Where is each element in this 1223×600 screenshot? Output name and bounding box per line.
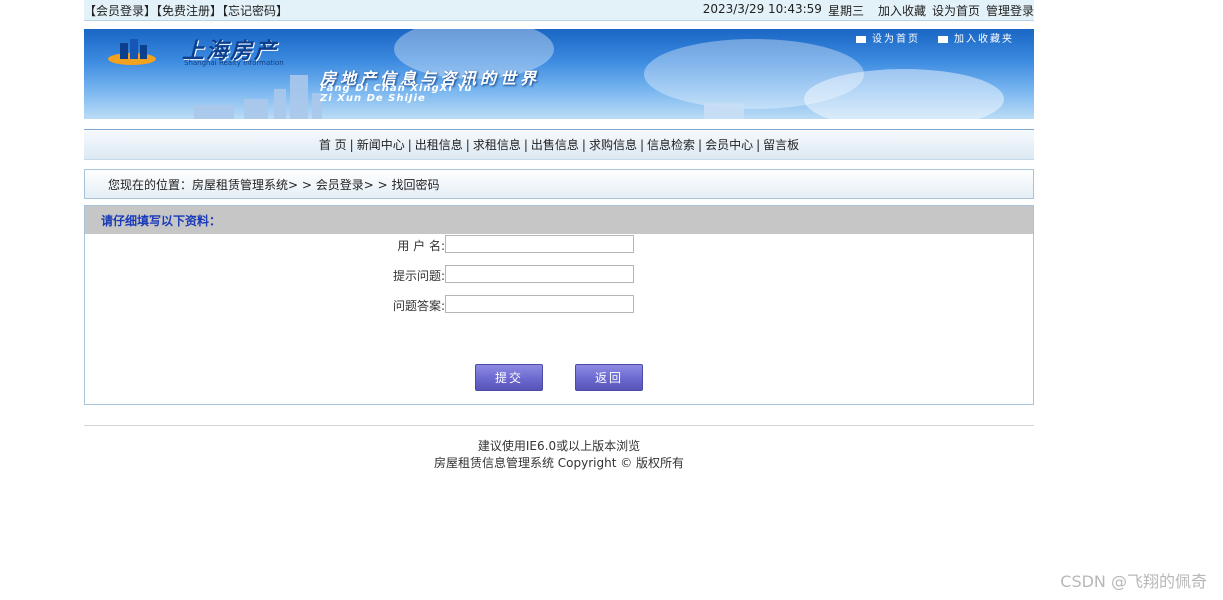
nav-item-search[interactable]: 信息检索 [647,136,695,153]
admin-login-link[interactable]: 管理登录 [986,2,1034,19]
banner-building [274,89,286,119]
weekday-text: 星期三 [827,3,864,18]
watermark-text: CSDN @飞翔的佩奇 [1060,572,1207,591]
submit-button[interactable]: 提交 [475,364,543,391]
question-label: 提示问题: [392,269,445,283]
banner-links: 设为首页 加入收藏夹 [856,30,1014,45]
username-row: 用 户 名: [85,235,1033,255]
set-homepage-link[interactable]: 设为首页 [932,2,980,19]
logo-subtitle: Shanghai Realty Information [184,59,284,67]
banner-building [290,75,308,119]
banner-add-fav-link[interactable]: 加入收藏夹 [938,30,1014,45]
nav-item-home[interactable]: 首 页 [319,136,347,153]
nav-item-message-board[interactable]: 留言板 [763,136,799,153]
nav-item-buy[interactable]: 求购信息 [589,136,637,153]
answer-row: 问题答案: [85,295,1033,315]
banner-pinyin-line2: Zi Xun De ShiJie [320,93,426,104]
banner-building [244,99,268,119]
answer-input[interactable] [445,295,634,313]
banner-add-fav-label: 加入收藏夹 [954,34,1014,45]
main-nav: 首 页 | 新闻中心 | 出租信息 | 求租信息 | 出售信息 | 求购信息 |… [84,129,1034,160]
question-input[interactable] [445,265,634,283]
form-header: 请仔细填写以下资料： [85,206,1033,234]
question-row: 提示问题: [85,265,1033,285]
add-favorite-link[interactable]: 加入收藏 [878,2,926,19]
username-label: 用 户 名: [397,239,445,253]
home-icon [856,35,866,43]
banner-set-home-link[interactable]: 设为首页 [856,30,920,45]
nav-separator: | [407,137,412,152]
nav-separator: | [581,137,586,152]
nav-separator: | [756,137,761,152]
nav-item-news[interactable]: 新闻中心 [357,136,405,153]
back-button[interactable]: 返回 [575,364,643,391]
member-login-link[interactable]: 【会员登录】 [84,4,156,18]
nav-separator: | [349,137,354,152]
banner-set-home-label: 设为首页 [872,34,920,45]
footer-copyright: 房屋租赁信息管理系统 Copyright © 版权所有 [433,456,685,470]
nav-item-member-center[interactable]: 会员中心 [705,136,753,153]
recover-password-form: 请仔细填写以下资料： 用 户 名: 提示问题: 问题答案: 提交 返回 [84,205,1034,405]
breadcrumb: 您现在的位置：房屋租赁管理系统> > 会员登录> > 找回密码 [84,169,1034,199]
page-wrapper: 【会员登录】【免费注册】【忘记密码】 2023/3/29 10:43:59 星期… [84,0,1034,470]
free-register-link[interactable]: 【免费注册】 [156,4,222,18]
forgot-password-link[interactable]: 【忘记密码】 [222,4,288,18]
nav-separator: | [465,137,470,152]
logo-icon [106,37,156,65]
answer-label: 问题答案: [392,299,445,313]
footer-divider [84,425,1034,426]
top-bar-left: 【会员登录】【免费注册】【忘记密码】 [84,2,288,19]
banner-building [704,103,744,119]
breadcrumb-text: 您现在的位置：房屋租赁管理系统> > 会员登录> > 找回密码 [108,177,440,192]
bookmark-icon [938,35,948,43]
banner-building [194,105,234,119]
nav-separator: | [523,137,528,152]
datetime-text: 2023/3/29 10:43:59 [702,1,822,16]
nav-item-rent-out[interactable]: 出租信息 [415,136,463,153]
username-input[interactable] [445,235,634,253]
banner-cloud [804,69,1004,119]
nav-separator: | [698,137,703,152]
top-bar: 【会员登录】【免费注册】【忘记密码】 2023/3/29 10:43:59 星期… [84,0,1034,21]
top-bar-right: 2023/3/29 10:43:59 星期三 加入收藏 设为首页 管理登录 [703,2,1034,19]
footer-browser-note: 建议使用IE6.0或以上版本浏览 [477,439,641,453]
nav-separator: | [639,137,645,152]
header-banner: 上海房产 Shanghai Realty Information 房地产信息与咨… [84,29,1034,119]
nav-item-seek-rent[interactable]: 求租信息 [473,136,521,153]
nav-item-sale[interactable]: 出售信息 [531,136,579,153]
footer: 建议使用IE6.0或以上版本浏览 房屋租赁信息管理系统 Copyright © … [84,438,1034,472]
